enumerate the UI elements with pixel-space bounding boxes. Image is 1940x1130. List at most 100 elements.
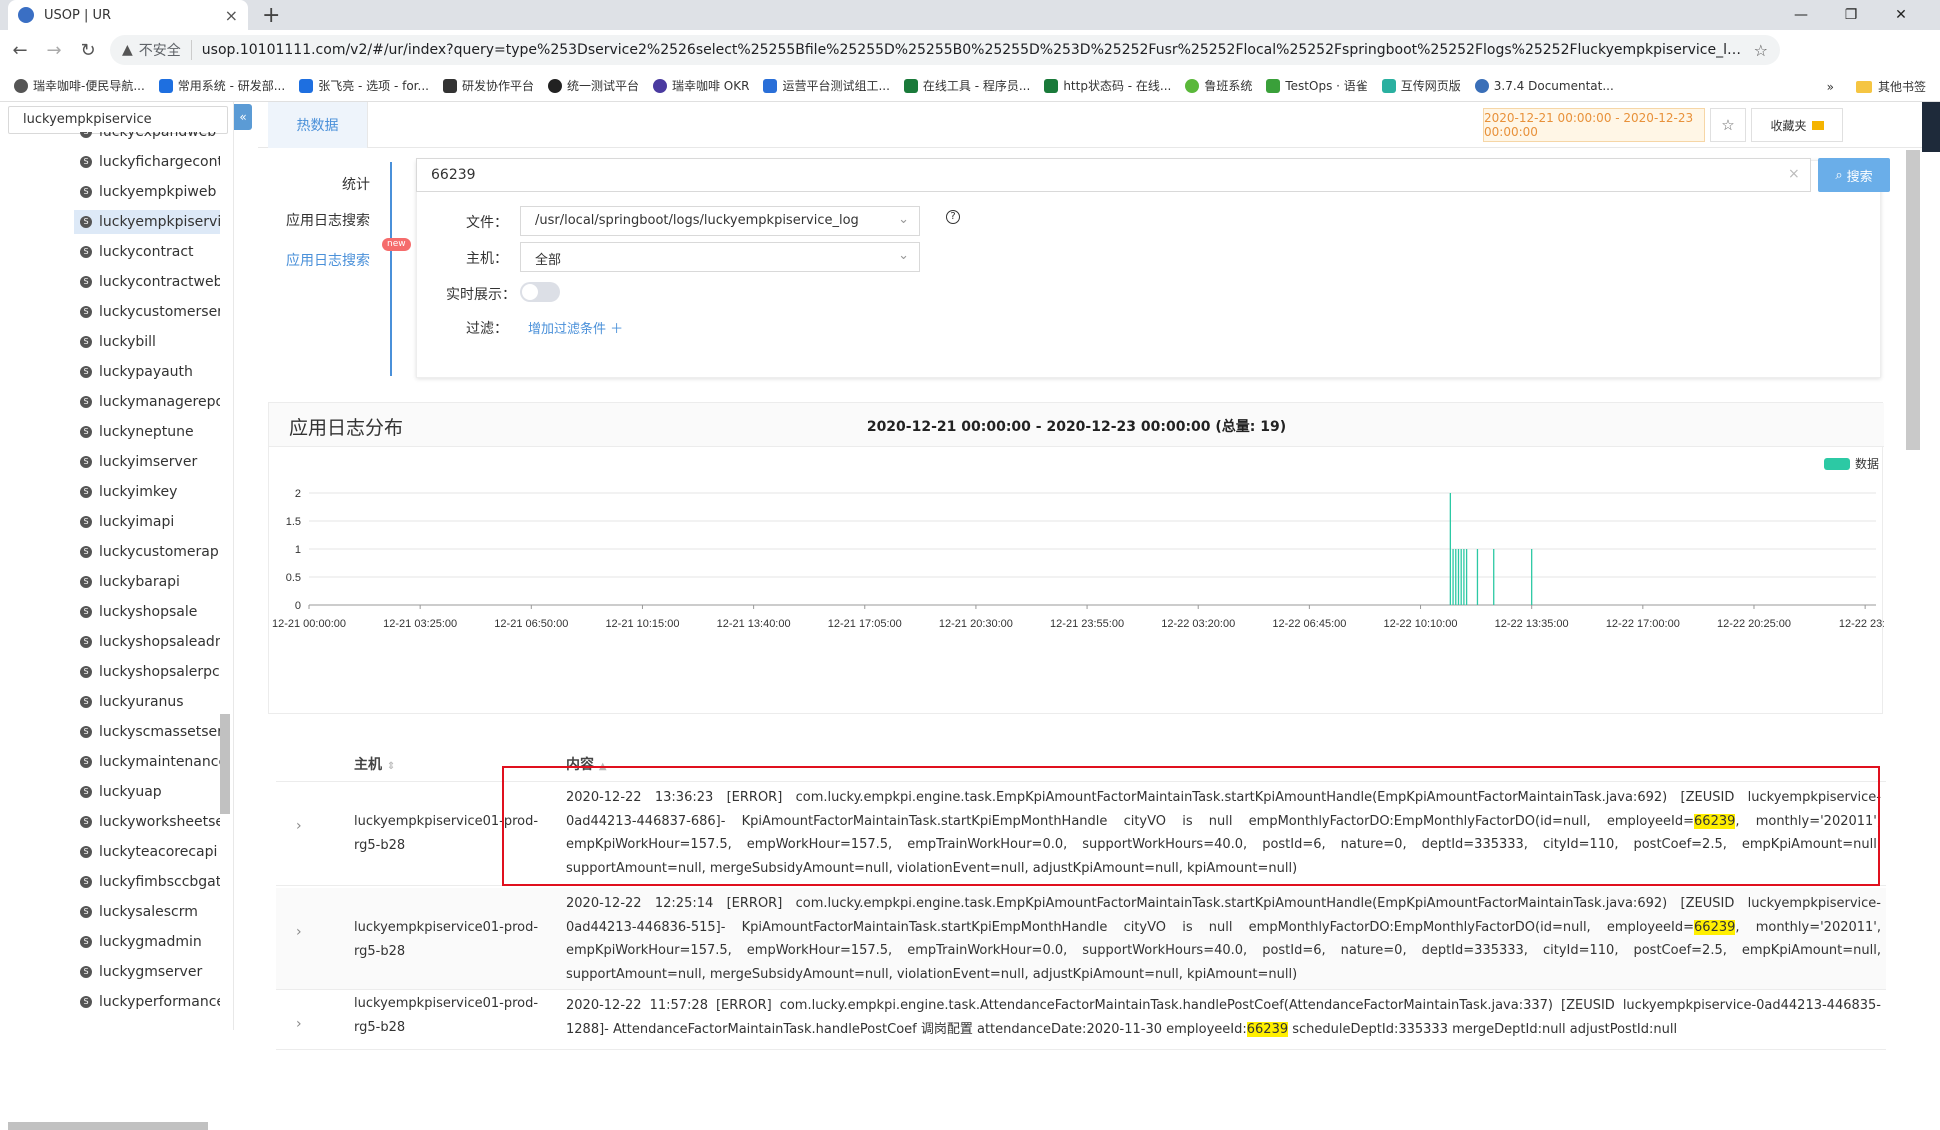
menu-app-log-search-new[interactable]: 应用日志搜索 new (286, 238, 411, 270)
sidebar-item[interactable]: Sluckyteacorecapi (80, 840, 220, 864)
right-dark-strip (1922, 102, 1940, 152)
bookmark-item[interactable]: http状态码 - 在线... (1044, 77, 1171, 94)
bookmark-item[interactable]: 3.7.4 Documentat... (1474, 78, 1614, 93)
sidebar-item[interactable]: Sluckyempkpiweb (80, 180, 220, 204)
bookmark-item[interactable]: 瑞幸咖啡-便民导航... (14, 77, 145, 94)
sidebar-item[interactable]: Sluckyuap (80, 780, 220, 804)
sidebar-item[interactable]: Sluckyshopsaleadmi (80, 630, 220, 654)
y-tick-label: 2 (295, 488, 301, 500)
sidebar-item[interactable]: Sluckyworksheetser (80, 810, 220, 834)
sidebar-item[interactable]: Sluckyfichargecontr (80, 150, 220, 174)
log-distribution-panel: 应用日志分布 2020-12-21 00:00:00 - 2020-12-23 … (268, 402, 1884, 714)
sidebar-item[interactable]: Sluckyuranus (80, 690, 220, 714)
bookmark-item[interactable]: 瑞幸咖啡 OKR (652, 77, 749, 94)
tab-hot-data[interactable]: 热数据 (268, 102, 368, 148)
sidebar-item[interactable]: Sluckyimapi (80, 510, 220, 534)
sidebar-item[interactable]: Sluckyimserver (80, 450, 220, 474)
service-icon: S (80, 756, 92, 768)
x-tick-label: 12-21 20:30:00 (939, 618, 1013, 630)
bookmark-item[interactable]: 在线工具 - 程序员... (903, 77, 1030, 94)
sidebar-item[interactable]: Sluckyexpandweb (80, 132, 220, 144)
sidebar-item[interactable]: Sluckyempkpiservic (74, 210, 220, 234)
x-tick-label: 12-21 13:40:00 (717, 618, 791, 630)
sidebar-item[interactable]: Sluckybill (80, 330, 220, 354)
omnibox[interactable]: ▲ 不安全 usop.10101111.com/v2/#/ur/index?qu… (110, 35, 1780, 65)
clear-icon[interactable]: × (1788, 166, 1800, 182)
filter-label: 过滤： (466, 321, 508, 337)
sidebar-item[interactable]: Sluckyscmassetserv (80, 720, 220, 744)
search-query-input[interactable]: 66239 (416, 158, 1811, 192)
collapse-sidebar-icon[interactable]: « (234, 104, 252, 130)
sidebar-hscrollbar[interactable] (8, 1122, 208, 1130)
help-icon[interactable]: ? (946, 210, 960, 224)
service-icon: S (80, 516, 92, 528)
sidebar-item[interactable]: Sluckyshopsalerpc (80, 660, 220, 684)
table-row[interactable]: › luckyempkpiservice01-prod-rg5-b28 2020-1… (276, 888, 1886, 990)
bookmark-item[interactable]: 运营平台测试组工... (763, 77, 890, 94)
bookmark-item[interactable]: TestOps · 语雀 (1266, 77, 1368, 94)
y-tick-label: 1.5 (286, 516, 301, 528)
service-icon: S (80, 576, 92, 588)
bookmark-star-icon[interactable]: ☆ (1746, 41, 1768, 60)
service-search-input[interactable]: luckyempkpiservice (8, 106, 228, 134)
add-filter-link[interactable]: 增加过滤条件 ＋ (528, 318, 623, 337)
star-button[interactable]: ☆ (1710, 108, 1746, 142)
service-icon: S (80, 936, 92, 948)
sidebar-item[interactable]: Sluckygmadmin (80, 930, 220, 954)
new-tab-icon[interactable]: + (262, 3, 280, 28)
sidebar-item[interactable]: Sluckycustomerserv (80, 300, 220, 324)
restore-icon[interactable]: ❐ (1828, 0, 1874, 30)
service-list: Sluckyexpandweb Sluckyfichargecontr Slucky… (0, 132, 220, 1012)
expand-row-icon[interactable]: › (296, 924, 302, 940)
bookmark-item[interactable]: 鲁班系统 (1185, 77, 1252, 94)
sidebar-item[interactable]: Sluckycustomerapi (80, 540, 220, 564)
bookmark-item[interactable]: 统一测试平台 (547, 77, 639, 94)
sidebar-item[interactable]: Sluckycontractweb (80, 270, 220, 294)
sidebar-item[interactable]: Sluckymanagerepor (80, 390, 220, 414)
row-content: 2020-12-22 11:57:28 [ERROR] com.lucky.em… (566, 998, 1881, 1037)
x-tick-label: 12-21 23:55:00 (1050, 618, 1124, 630)
sidebar-scrollbar[interactable] (220, 714, 230, 814)
service-icon: S (80, 276, 92, 288)
browser-tab[interactable]: USOP | UR × (8, 0, 248, 30)
search-icon: ⌕ (1835, 167, 1843, 183)
sidebar-item[interactable]: Sluckycontract (80, 240, 220, 264)
file-select[interactable]: /usr/local/springboot/logs/luckyempkpise… (520, 206, 920, 236)
sidebar-item[interactable]: Sluckymaintenance (80, 750, 220, 774)
service-icon: S (80, 636, 92, 648)
sidebar-item[interactable]: Sluckyimkey (80, 480, 220, 504)
back-icon[interactable]: ← (6, 40, 34, 61)
menu-stats[interactable]: 统计 (342, 174, 370, 194)
bookmark-item[interactable]: 张飞亮 - 选项 - for... (299, 77, 429, 94)
bookmark-item[interactable]: 互传网页版 (1381, 77, 1461, 94)
sidebar-item[interactable]: Sluckysalescrm (80, 900, 220, 924)
host-select[interactable]: 全部 ⌄ (520, 242, 920, 272)
realtime-toggle[interactable] (520, 282, 560, 302)
sidebar-item[interactable]: Sluckypayauth (80, 360, 220, 384)
sidebar-item[interactable]: Sluckyperformancea (80, 990, 220, 1012)
bookmark-item[interactable]: 研发协作平台 (442, 77, 534, 94)
table-row[interactable]: › luckyempkpiservice01-prod-rg5-b28 2020-1… (276, 990, 1886, 1050)
sidebar-item[interactable]: Sluckygmserver (80, 960, 220, 984)
url-text[interactable]: usop.10101111.com/v2/#/ur/index?query=ty… (202, 42, 1746, 58)
col-host-header[interactable]: 主机 ⇕ (354, 754, 395, 774)
date-range-picker[interactable]: 2020-12-21 00:00:00 - 2020-12-23 00:00:0… (1483, 108, 1705, 142)
minimize-icon[interactable]: — (1778, 0, 1824, 30)
tab-close-icon[interactable]: × (225, 6, 238, 25)
bookmarks-more-icon[interactable]: » (1827, 80, 1834, 94)
window-close-icon[interactable]: ✕ (1878, 0, 1924, 30)
reload-icon[interactable]: ↻ (74, 40, 102, 61)
search-button[interactable]: ⌕ 搜索 (1818, 158, 1890, 192)
expand-row-icon[interactable]: › (296, 818, 302, 834)
sidebar-item[interactable]: Sluckyfimbsccbgate (80, 870, 220, 894)
favorites-button[interactable]: 收藏夹 (1751, 108, 1843, 142)
bookmark-item[interactable]: 常用系统 - 研发部... (158, 77, 285, 94)
page-scrollbar[interactable] (1906, 150, 1920, 450)
sidebar-item[interactable]: Sluckyneptune (80, 420, 220, 444)
menu-app-log-search[interactable]: 应用日志搜索 (286, 210, 370, 230)
sidebar-item[interactable]: Sluckyshopsale (80, 600, 220, 624)
sidebar-item[interactable]: Sluckybarapi (80, 570, 220, 594)
service-icon: S (80, 606, 92, 618)
forward-icon[interactable]: → (40, 40, 68, 61)
other-bookmarks[interactable]: » 其他书签 (1827, 78, 1926, 95)
